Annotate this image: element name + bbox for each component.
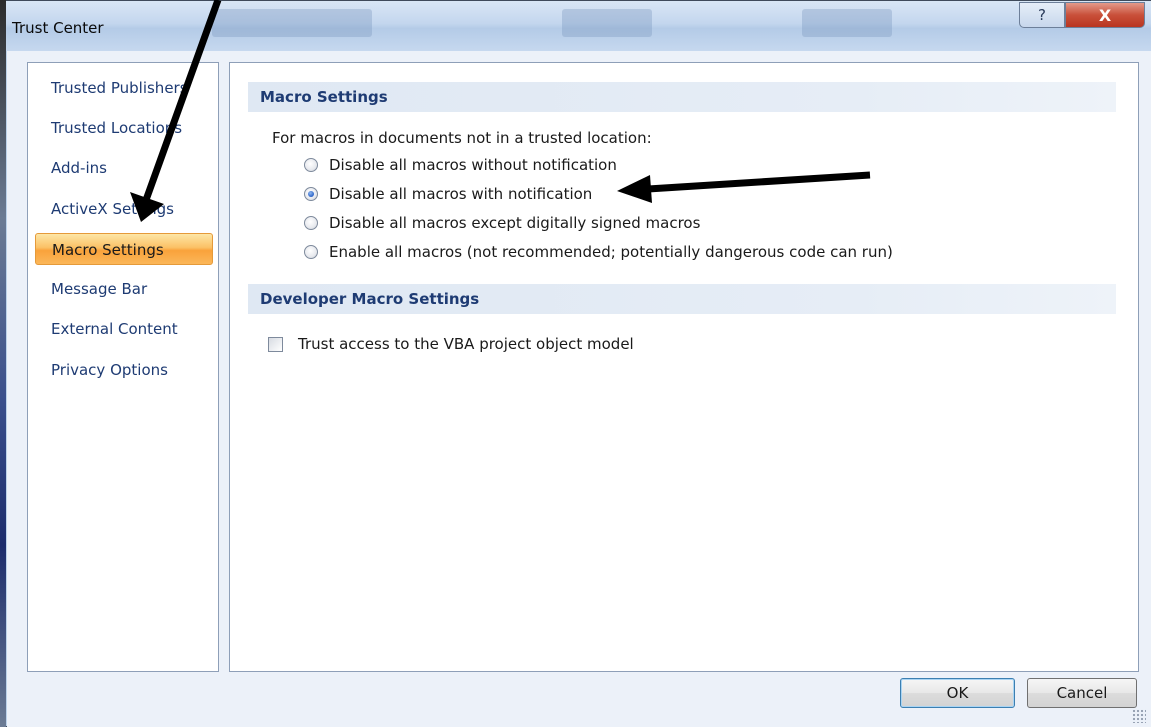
category-sidebar: Trusted Publishers Trusted Locations Add… [27,62,219,672]
radio-button[interactable] [304,158,318,172]
radio-disable-with-notification[interactable]: Disable all macros with notification [304,183,592,205]
settings-panel: Macro Settings For macros in documents n… [229,62,1139,672]
radio-label: Disable all macros except digitally sign… [329,214,701,232]
radio-disable-without-notification[interactable]: Disable all macros without notification [304,154,617,176]
radio-button[interactable] [304,216,318,230]
close-button[interactable]: X [1065,2,1145,28]
radio-button[interactable] [304,245,318,259]
sidebar-item-add-ins[interactable]: Add-ins [29,152,213,184]
vba-trust-checkbox[interactable] [268,336,283,352]
sidebar-item-message-bar[interactable]: Message Bar [29,273,213,305]
background-blur [802,9,892,37]
developer-settings-header: Developer Macro Settings [248,284,1116,314]
dialog-title: Trust Center [12,19,104,37]
macro-settings-header: Macro Settings [248,82,1116,112]
sidebar-item-external-content[interactable]: External Content [29,313,213,345]
radio-label: Enable all macros (not recommended; pote… [329,243,893,261]
sidebar-item-privacy-options[interactable]: Privacy Options [29,354,213,386]
resize-grip-icon[interactable] [1132,709,1146,723]
background-blur [562,9,652,37]
sidebar-item-macro-settings[interactable]: Macro Settings [35,233,213,265]
background-window-edge [0,0,6,727]
trust-center-dialog: Trust Center ? X Trusted Publishers Trus… [0,0,1151,727]
radio-enable-all[interactable]: Enable all macros (not recommended; pote… [304,241,893,263]
title-bar[interactable]: Trust Center ? X [2,1,1151,51]
vba-trust-option[interactable]: Trust access to the VBA project object m… [268,333,634,355]
cancel-button[interactable]: Cancel [1027,678,1137,708]
background-blur [212,9,372,37]
close-icon: X [1098,5,1112,25]
vba-trust-label: Trust access to the VBA project object m… [298,335,634,353]
sidebar-item-trusted-publishers[interactable]: Trusted Publishers [29,72,213,104]
help-icon: ? [1038,6,1046,24]
ok-button[interactable]: OK [900,678,1015,708]
macro-intro-text: For macros in documents not in a trusted… [272,129,652,147]
sidebar-item-activex-settings[interactable]: ActiveX Settings [29,193,213,225]
radio-label: Disable all macros with notification [329,185,593,203]
sidebar-item-trusted-locations[interactable]: Trusted Locations [29,112,213,144]
radio-button-selected[interactable] [304,187,318,201]
help-button[interactable]: ? [1019,2,1065,28]
radio-label: Disable all macros without notification [329,156,617,174]
radio-disable-except-signed[interactable]: Disable all macros except digitally sign… [304,212,700,234]
